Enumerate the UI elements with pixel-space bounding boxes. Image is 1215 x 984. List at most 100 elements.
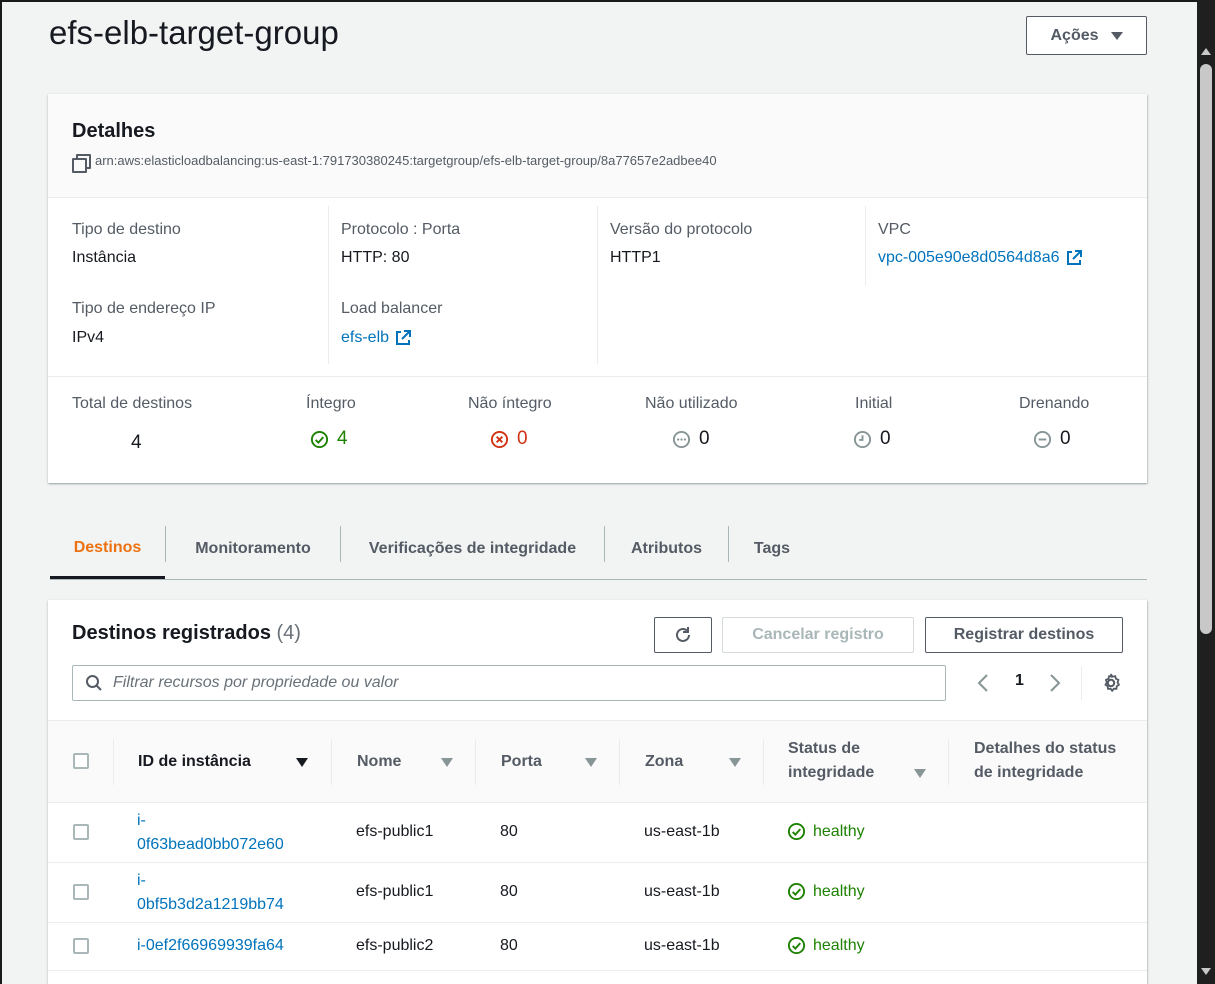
target-type-value: Instância <box>72 249 137 266</box>
tab-monitoramento[interactable]: Monitoramento <box>166 520 340 578</box>
sort-icon[interactable] <box>585 758 597 767</box>
load-balancer-link[interactable]: efs-elb <box>341 329 412 347</box>
settings-gear-icon[interactable] <box>1100 672 1122 694</box>
column-divider <box>597 206 598 364</box>
refresh-icon <box>676 627 690 642</box>
zone-cell: us-east-1b <box>644 823 720 840</box>
status-positive-icon <box>787 822 806 841</box>
tab-tags[interactable]: Tags <box>729 520 815 578</box>
column-health-status[interactable]: Status de integridade <box>788 737 874 785</box>
tab-atributos[interactable]: Atributos <box>605 520 728 578</box>
arn-text: arn:aws:elasticloadbalancing:us-east-1:7… <box>95 153 717 168</box>
table-row[interactable]: i-0ef2f66969939fa64 efs-public2 80 us-ea… <box>48 923 1147 971</box>
unhealthy-label: Não íntegro <box>468 395 552 412</box>
health-status-text: healthy <box>813 882 865 900</box>
vpc-link[interactable]: vpc-005e90e8d0564d8a6 <box>878 249 1083 267</box>
refresh-button[interactable] <box>654 617 712 653</box>
tab-bar: Destinos Monitoramento Verificações de i… <box>50 520 1147 580</box>
status-pending-icon <box>853 430 872 448</box>
health-status-cell: healthy <box>787 882 865 901</box>
row-checkbox[interactable] <box>73 938 89 954</box>
instance-id-link[interactable]: i- 0bf5b3d2a1219bb74 <box>137 869 284 917</box>
deregister-button[interactable]: Cancelar registro <box>722 617 914 653</box>
current-page-number[interactable]: 1 <box>1015 672 1024 690</box>
external-link-icon <box>1066 250 1082 265</box>
zone-cell: us-east-1b <box>644 937 720 954</box>
sort-icon[interactable] <box>729 758 741 767</box>
search-icon <box>86 675 102 691</box>
column-separator <box>948 739 949 785</box>
scroll-up-arrow-icon[interactable] <box>1201 48 1211 55</box>
draining-label: Drenando <box>1019 395 1090 412</box>
tab-verificacoes[interactable]: Verificações de integridade <box>341 520 604 578</box>
details-panel: Detalhes arn:aws:elasticloadbalancing:us… <box>48 94 1147 483</box>
scroll-down-arrow-icon[interactable] <box>1201 968 1211 975</box>
instance-id-link[interactable]: i-0ef2f66969939fa64 <box>137 934 284 958</box>
divider <box>48 376 1147 377</box>
registered-targets-heading: Destinos registrados (4) <box>72 622 301 645</box>
healthy-value: 4 <box>310 428 348 450</box>
unused-label: Não utilizado <box>645 395 738 412</box>
table-header: ID de instância Nome Porta Zona Status d… <box>48 720 1147 803</box>
instance-id-line2: 0bf5b3d2a1219bb74 <box>137 896 284 913</box>
vertical-scrollbar[interactable] <box>1197 0 1215 984</box>
healthy-count: 4 <box>337 428 348 449</box>
row-checkbox[interactable] <box>73 824 89 840</box>
sort-icon[interactable] <box>441 758 453 767</box>
unhealthy-count: 0 <box>517 428 528 449</box>
registered-targets-title: Destinos registrados <box>72 622 271 644</box>
status-positive-icon <box>787 936 806 955</box>
status-positive-icon <box>787 882 806 901</box>
actions-dropdown-button[interactable]: Ações <box>1026 16 1147 55</box>
column-zone[interactable]: Zona <box>645 750 683 774</box>
previous-page-icon[interactable] <box>976 673 990 693</box>
filter-placeholder: Filtrar recursos por propriedade ou valo… <box>113 674 399 691</box>
select-all-checkbox[interactable] <box>73 753 89 769</box>
sort-descending-icon[interactable] <box>296 758 308 767</box>
copy-icon[interactable] <box>72 154 91 173</box>
draining-value: 0 <box>1033 428 1071 450</box>
tab-destinos[interactable]: Destinos <box>50 520 165 579</box>
actions-label: Ações <box>1050 26 1099 44</box>
register-targets-button[interactable]: Registrar destinos <box>925 617 1123 653</box>
registered-targets-panel: Destinos registrados (4) Cancelar regist… <box>48 600 1147 984</box>
column-separator <box>475 739 476 785</box>
unused-value: 0 <box>672 428 710 450</box>
vpc-label: VPC <box>878 221 911 238</box>
sort-icon[interactable] <box>914 769 926 778</box>
healthy-label: Íntegro <box>306 395 356 412</box>
vpc-link-text: vpc-005e90e8d0564d8a6 <box>878 249 1060 266</box>
unhealthy-value: 0 <box>490 428 528 450</box>
load-balancer-label: Load balancer <box>341 300 443 317</box>
port-cell: 80 <box>500 937 518 954</box>
health-status-text: healthy <box>813 822 865 840</box>
column-divider <box>865 206 866 286</box>
initial-value: 0 <box>853 428 891 450</box>
port-cell: 80 <box>500 883 518 900</box>
filter-input[interactable]: Filtrar recursos por propriedade ou valo… <box>72 665 946 701</box>
details-header: Detalhes arn:aws:elasticloadbalancing:us… <box>48 94 1147 198</box>
instance-id-link[interactable]: i- 0f63bead0bb072e60 <box>137 809 284 857</box>
health-status-cell: healthy <box>787 822 865 841</box>
column-separator <box>113 739 114 785</box>
draining-count: 0 <box>1060 428 1071 449</box>
column-name[interactable]: Nome <box>357 750 401 774</box>
row-checkbox[interactable] <box>73 884 89 900</box>
scrollbar-thumb[interactable] <box>1200 64 1212 634</box>
next-page-icon[interactable] <box>1048 673 1062 693</box>
health-status-cell: healthy <box>787 936 865 955</box>
column-health-details-line1: Detalhes do status <box>974 740 1117 757</box>
protocol-port-label: Protocolo : Porta <box>341 221 461 238</box>
column-port[interactable]: Porta <box>501 750 542 774</box>
table-row[interactable]: i- 0f63bead0bb072e60 efs-public1 80 us-e… <box>48 803 1147 863</box>
table-row[interactable]: i- 0bf5b3d2a1219bb74 efs-public1 80 us-e… <box>48 863 1147 923</box>
initial-count: 0 <box>880 428 891 449</box>
target-type-label: Tipo de destino <box>72 221 181 238</box>
total-targets-count: 4 <box>131 432 142 453</box>
load-balancer-link-text: efs-elb <box>341 329 390 346</box>
column-instance-id[interactable]: ID de instância <box>138 750 251 774</box>
column-health-details: Detalhes do status de integridade <box>974 737 1116 785</box>
external-link-icon <box>396 330 412 345</box>
status-positive-icon <box>310 430 329 448</box>
ip-address-type-value: IPv4 <box>72 329 105 346</box>
